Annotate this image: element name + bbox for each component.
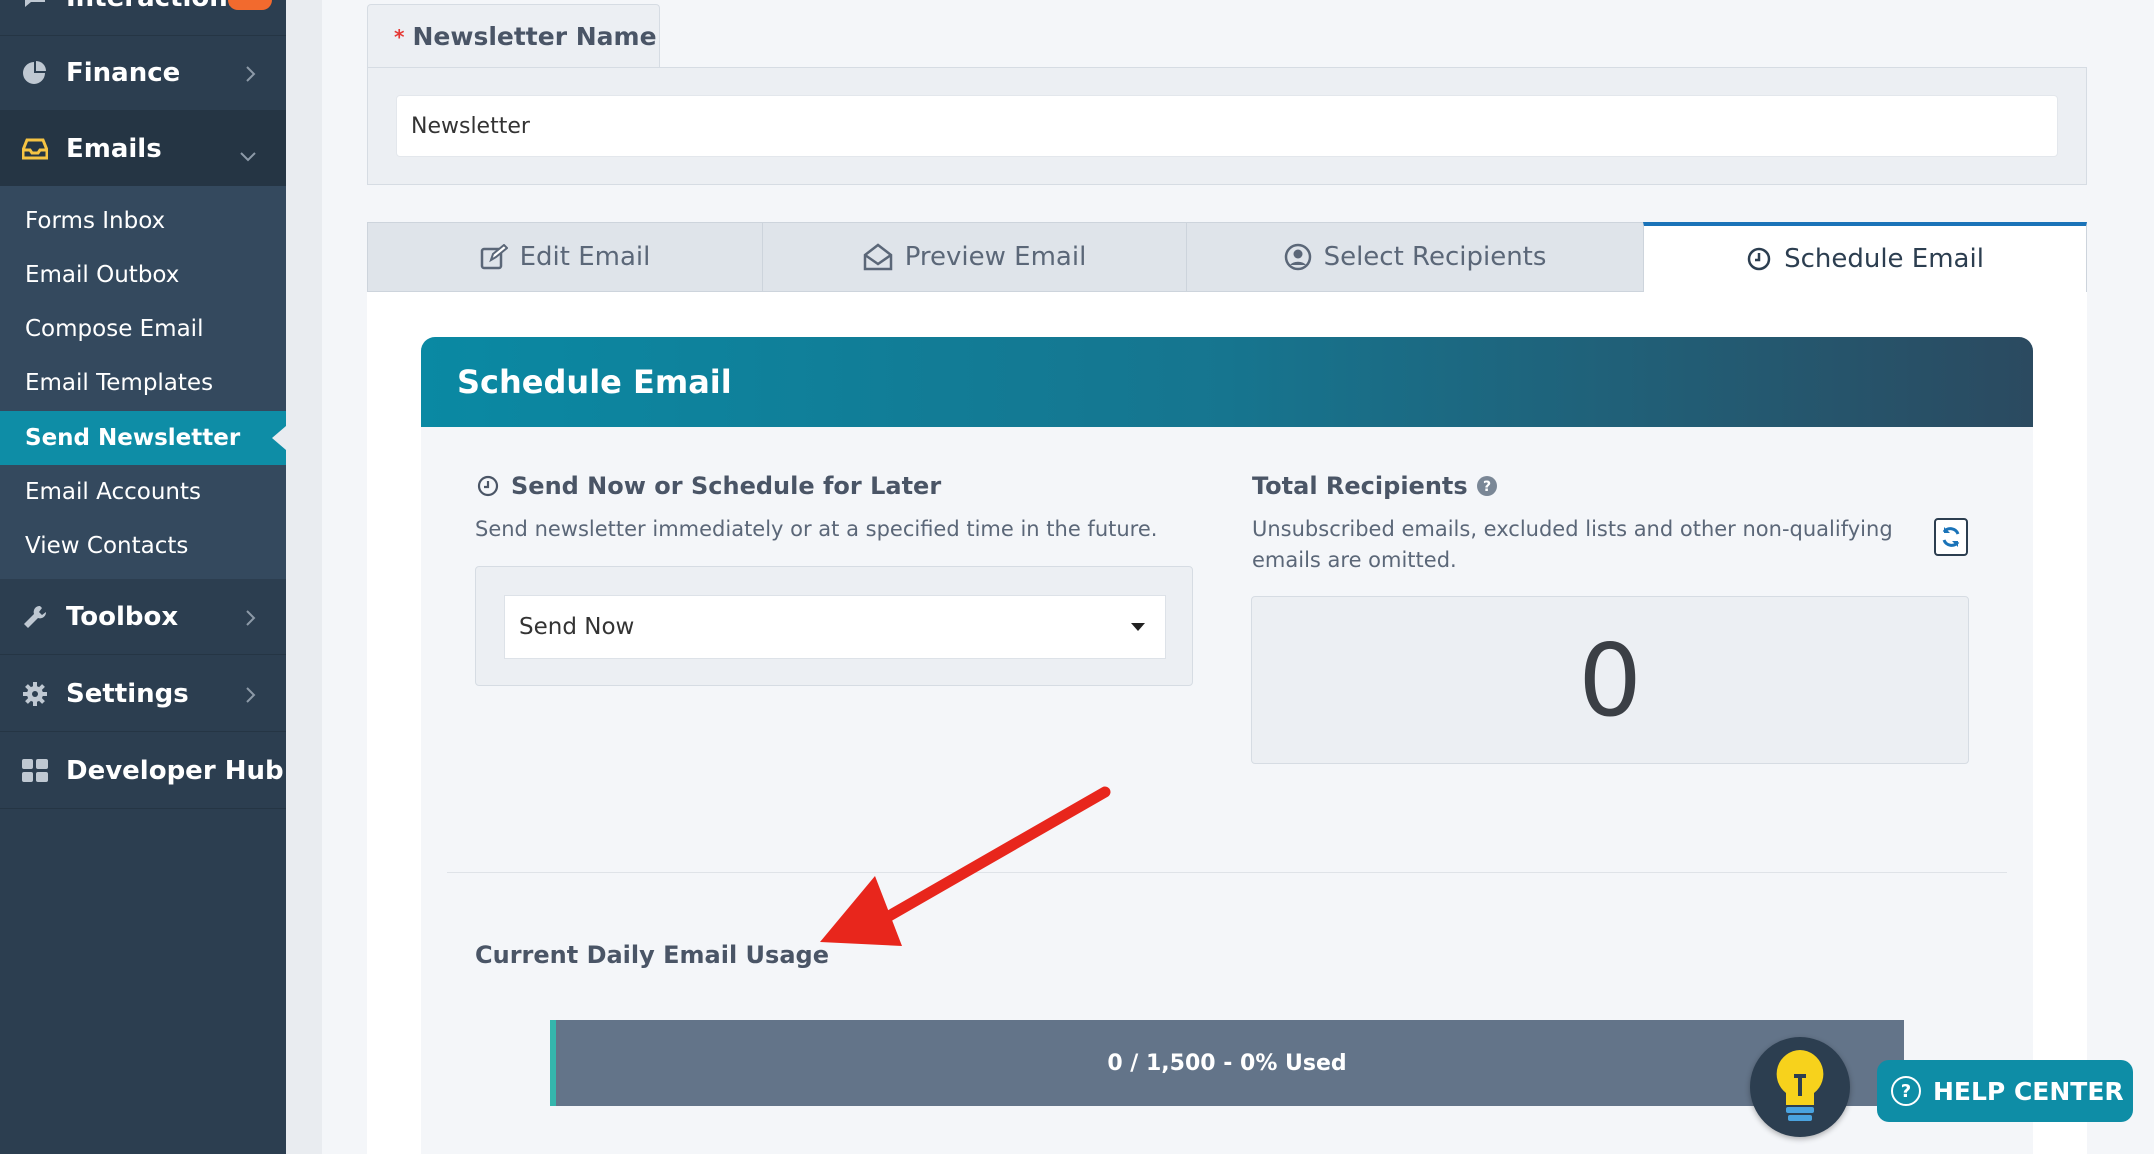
sidebar-item-developer-hub[interactable]: Developer Hub	[0, 733, 286, 809]
notification-badge	[228, 0, 272, 10]
total-recipients-title: Total Recipients ?	[1252, 472, 1498, 500]
sidebar-item-toolbox[interactable]: Toolbox	[0, 579, 286, 655]
schedule-header: Schedule Email	[421, 337, 2033, 427]
send-now-description: Send newsletter immediately or at a spec…	[475, 517, 1158, 541]
tab-schedule-email[interactable]: Schedule Email	[1643, 222, 2087, 292]
chevron-down-icon	[238, 141, 258, 171]
sidebar-item-settings[interactable]: Settings	[0, 656, 286, 732]
newsletter-name-tab: * Newsletter Name	[367, 4, 660, 68]
tab-label: Preview Email	[904, 242, 1087, 272]
sidebar-item-label: Settings	[66, 678, 189, 709]
submenu-item-send-newsletter[interactable]: Send Newsletter	[0, 411, 286, 465]
submenu-label: Forms Inbox	[25, 208, 166, 234]
sidebar-item-label: Interactions	[66, 0, 243, 13]
lightbulb-button[interactable]	[1750, 1037, 1850, 1137]
submenu-item-email-accounts[interactable]: Email Accounts	[0, 465, 286, 519]
newsletter-name-panel	[367, 67, 2087, 185]
newsletter-name-input[interactable]	[396, 95, 2058, 157]
daily-usage-title: Current Daily Email Usage	[475, 941, 829, 969]
tab-label: Edit Email	[519, 242, 651, 272]
sidebar-item-finance[interactable]: Finance	[0, 35, 286, 111]
help-question-icon[interactable]: ?	[1476, 475, 1498, 497]
submenu-label: Email Accounts	[25, 479, 201, 505]
sidebar-item-label: Emails	[66, 133, 162, 164]
tab-label: Schedule Email	[1784, 244, 1984, 274]
submenu-item-view-contacts[interactable]: View Contacts	[0, 519, 286, 573]
clock-icon	[1746, 246, 1772, 272]
sidebar-item-label: Toolbox	[66, 601, 179, 632]
chevron-right-icon	[244, 682, 258, 712]
section-divider	[447, 872, 2007, 873]
inbox-icon	[20, 134, 50, 164]
total-recipients-title-text: Total Recipients	[1252, 472, 1468, 500]
submenu-item-email-outbox[interactable]: Email Outbox	[0, 248, 286, 302]
usage-progress-label: 0 / 1,500 - 0% Used	[1107, 1050, 1347, 1076]
sidebar-item-label: Finance	[66, 57, 181, 88]
total-recipients-description: Unsubscribed emails, excluded lists and …	[1252, 517, 1893, 572]
svg-text:?: ?	[1483, 479, 1491, 495]
help-center-button[interactable]: ? HELP CENTER	[1877, 1060, 2133, 1122]
tab-edit-email[interactable]: Edit Email	[367, 222, 763, 292]
send-now-title: Send Now or Schedule for Later	[477, 472, 941, 500]
send-option-container: Send Now	[475, 566, 1193, 686]
send-now-title-text: Send Now or Schedule for Later	[511, 472, 942, 500]
submenu-item-compose-email[interactable]: Compose Email	[0, 302, 286, 356]
send-option-value: Send Now	[519, 614, 635, 640]
tab-select-recipients[interactable]: Select Recipients	[1186, 222, 1644, 292]
chat-icon	[20, 0, 50, 13]
send-option-select[interactable]: Send Now	[504, 595, 1166, 659]
grid-icon	[20, 756, 50, 786]
email-submenu: Forms Inbox Email Outbox Compose Email E…	[0, 186, 286, 579]
edit-icon	[480, 244, 508, 270]
submenu-label: View Contacts	[25, 533, 189, 559]
annotation-arrow	[820, 786, 1111, 946]
submenu-label: Send Newsletter	[25, 425, 241, 451]
wrench-icon	[20, 602, 50, 632]
submenu-item-email-templates[interactable]: Email Templates	[0, 356, 286, 410]
user-circle-icon	[1284, 243, 1312, 271]
chevron-right-icon	[244, 605, 258, 635]
newsletter-name-label: Newsletter Name	[412, 22, 657, 51]
chevron-right-icon	[244, 61, 258, 91]
sidebar-item-emails[interactable]: Emails	[0, 111, 286, 187]
email-tabs: Edit Email Preview Email Select Recipien…	[367, 222, 2087, 292]
clock-icon	[477, 475, 499, 497]
recipients-count: 0	[1251, 596, 1969, 764]
tab-preview-email[interactable]: Preview Email	[762, 222, 1187, 292]
help-center-label: HELP CENTER	[1933, 1076, 2124, 1106]
sidebar-item-label: Developer Hub	[66, 755, 284, 786]
tab-label: Select Recipients	[1323, 242, 1547, 272]
submenu-item-forms-inbox[interactable]: Forms Inbox	[0, 194, 286, 248]
schedule-panel: Schedule Email Send Now or Schedule for …	[421, 337, 2033, 1154]
usage-progress-fill	[550, 1020, 556, 1106]
sidebar: Interactions Finance Emails Forms Inbox …	[0, 0, 286, 1154]
gear-icon	[20, 679, 50, 709]
refresh-icon	[1939, 525, 1963, 549]
caret-down-icon	[1131, 623, 1145, 631]
sidebar-item-interactions[interactable]: Interactions	[0, 0, 286, 36]
lightbulb-icon	[1772, 1048, 1828, 1126]
envelope-open-icon	[863, 243, 893, 271]
submenu-label: Compose Email	[25, 316, 204, 342]
daily-usage-progress: 0 / 1,500 - 0% Used	[550, 1020, 1904, 1106]
pie-chart-icon	[20, 58, 50, 88]
required-marker: *	[394, 24, 405, 49]
help-circle-icon: ?	[1891, 1076, 1921, 1106]
refresh-recipients-button[interactable]	[1934, 518, 1968, 556]
submenu-label: Email Templates	[25, 370, 214, 396]
submenu-label: Email Outbox	[25, 262, 180, 288]
